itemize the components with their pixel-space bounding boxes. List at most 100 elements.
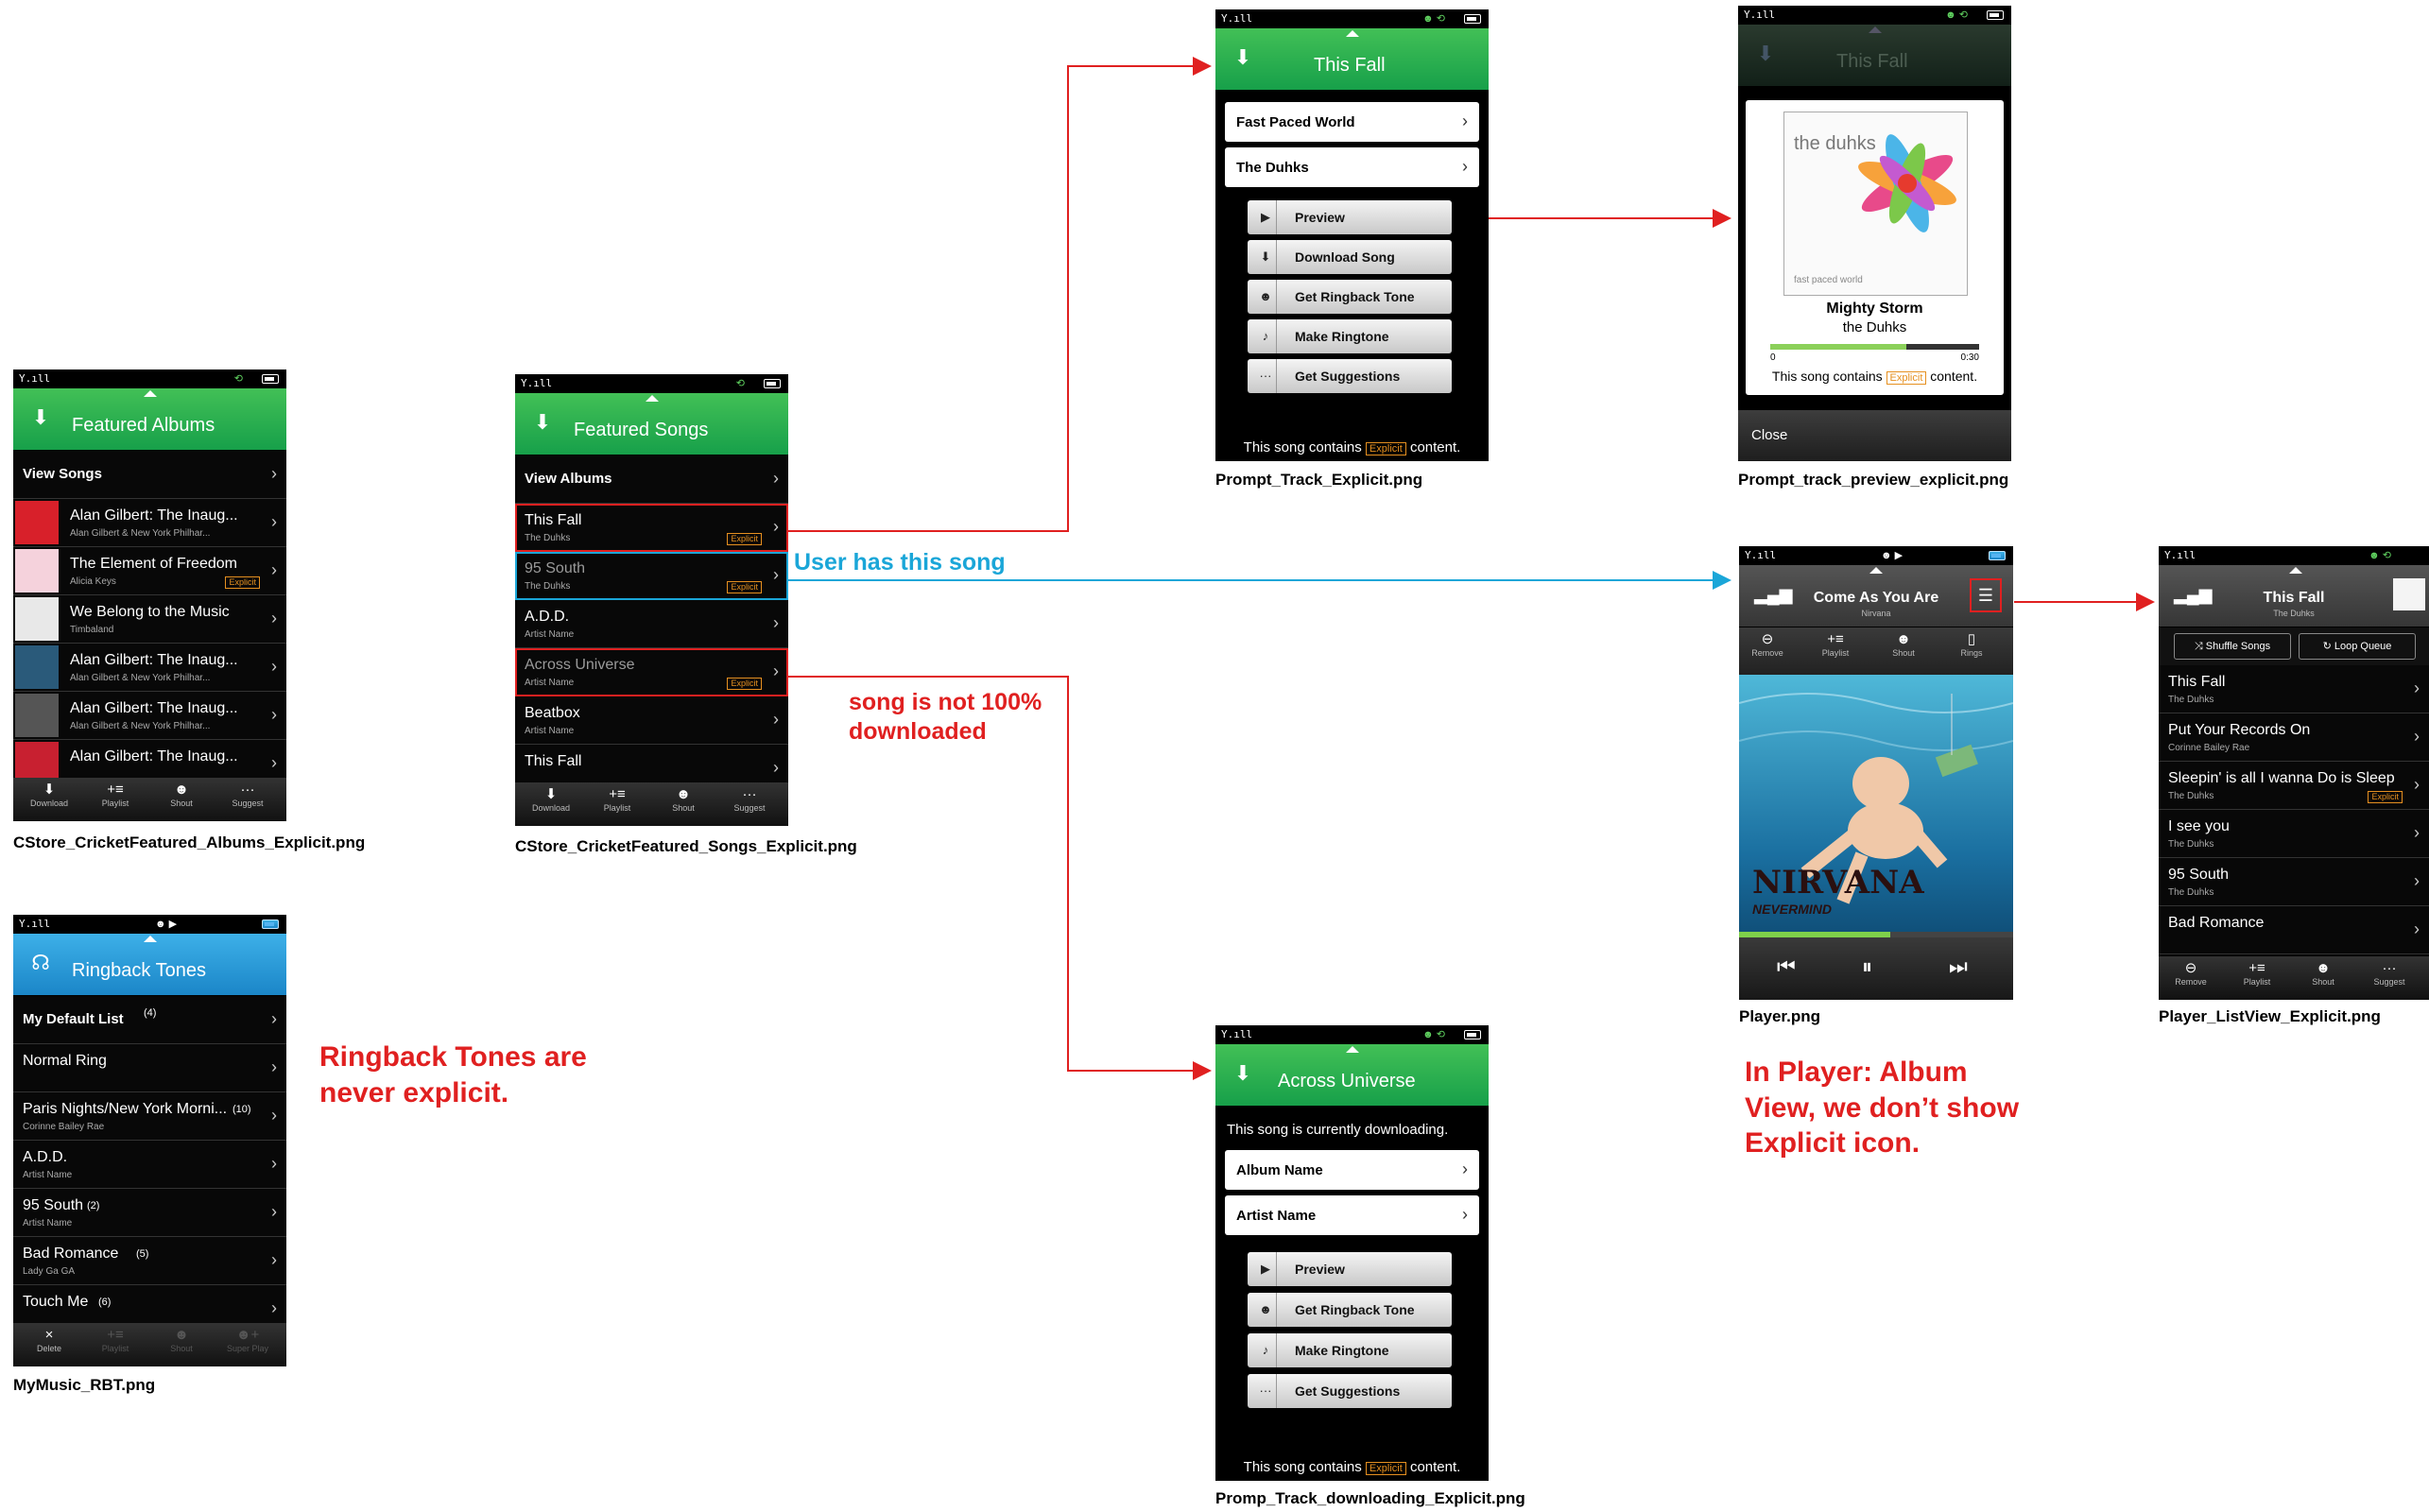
suggest-button[interactable]: ··· Suggest — [2361, 960, 2418, 987]
cover-band: NIRVANA — [1752, 864, 1924, 902]
up-arrow-icon[interactable] — [1869, 26, 1882, 33]
album-button[interactable]: Fast Paced World › — [1225, 102, 1479, 142]
up-arrow-icon[interactable] — [144, 390, 157, 397]
list-item[interactable]: Put Your Records On Corinne Bailey Rae › — [2159, 713, 2429, 762]
album-thumbnail[interactable] — [2393, 578, 2425, 610]
note-player: In Player: Album View, we don’t show Exp… — [1745, 1057, 2020, 1159]
list-item[interactable]: Normal Ring › — [13, 1044, 286, 1092]
next-icon[interactable]: ⏭ — [1949, 954, 1968, 979]
screen-player: Y.ıll ☻ ▶ ▂▄▆ Come As You Are Nirvana ☰ … — [1739, 546, 2013, 1000]
list-item[interactable]: A.D.D. Artist Name › — [515, 600, 788, 648]
up-arrow-icon[interactable] — [144, 936, 157, 942]
remove-button[interactable]: ⊖ Remove — [1739, 631, 1796, 658]
list-item[interactable]: A.D.D. Artist Name › — [13, 1141, 286, 1189]
list-item[interactable]: Bad Romance › — [2159, 906, 2429, 954]
loop-icon: ↻ — [2322, 641, 2332, 652]
item-subtitle: The Duhks — [2168, 791, 2214, 801]
suggest-button[interactable]: ··· Suggest — [721, 786, 778, 813]
chevron-right-icon: › — [2414, 775, 2420, 794]
shout-button[interactable]: ☻ Shout — [655, 786, 712, 813]
sync-icon: ⟲ — [735, 378, 745, 389]
previous-icon[interactable]: ⏮ — [1777, 954, 1796, 979]
make-ringtone-button[interactable]: ♪ Make Ringtone — [1248, 1333, 1452, 1367]
get-ringback-button[interactable]: ☻ Get Ringback Tone — [1248, 280, 1452, 314]
suggest-button[interactable]: ··· Suggest — [219, 782, 276, 808]
view-songs-label: View Songs — [23, 466, 102, 482]
list-item[interactable]: This Fall The Duhks Explicit › — [515, 504, 788, 552]
up-arrow-icon[interactable] — [2289, 567, 2302, 574]
album-thumbnail — [15, 694, 59, 737]
list-item[interactable]: Sleepin' is all I wanna Do is Sleep The D… — [2159, 762, 2429, 810]
item-title: Alan Gilbert: The Inaug... — [70, 748, 238, 765]
list-item[interactable]: Alan Gilbert: The Inaug... Alan Gilbert &… — [13, 644, 286, 692]
preview-button[interactable]: ▶ Preview — [1248, 1252, 1452, 1286]
status-bar: Y.ıll ☻ ⟲ — [1215, 1025, 1489, 1044]
item-subtitle: The Duhks — [2168, 695, 2214, 705]
item-title: 95 South — [23, 1197, 84, 1213]
list-item[interactable]: Paris Nights/New York Morni... (10) Corinn… — [13, 1092, 286, 1141]
list-item[interactable]: I see you The Duhks › — [2159, 810, 2429, 858]
list-item[interactable]: 95 South (2) Artist Name › — [13, 1189, 286, 1237]
preview-button[interactable]: ▶ Preview — [1248, 200, 1452, 234]
sync-icon: ☻ ⟲ — [2369, 550, 2391, 561]
rings-button[interactable]: ▯ Rings — [1943, 631, 2000, 658]
playlist-button[interactable]: +≡ Playlist — [87, 1327, 144, 1353]
playlist-button[interactable]: +≡ Playlist — [589, 786, 646, 813]
make-ringtone-button[interactable]: ♪ Make Ringtone — [1248, 319, 1452, 353]
list-item[interactable]: We Belong to the Music Timbaland › — [13, 595, 286, 644]
get-suggestions-button[interactable]: ··· Get Suggestions — [1248, 1374, 1452, 1408]
chevron-right-icon: › — [271, 512, 277, 531]
list-item[interactable]: Beatbox Artist Name › — [515, 696, 788, 745]
caption-rbt: MyMusic_RBT.png — [13, 1376, 156, 1394]
list-item[interactable]: Bad Romance (5) Lady Ga GA › — [13, 1237, 286, 1285]
get-suggestions-button[interactable]: ··· Get Suggestions — [1248, 359, 1452, 393]
remove-button[interactable]: ⊖ Remove — [2162, 960, 2219, 987]
progress-fill — [1770, 344, 1906, 350]
list-item[interactable]: This Fall The Duhks › — [2159, 665, 2429, 713]
list-item[interactable]: Across Universe Artist Name Explicit › — [515, 648, 788, 696]
playlist-button[interactable]: +≡ Playlist — [2229, 960, 2285, 987]
list-item[interactable]: Alan Gilbert: The Inaug... Alan Gilbert &… — [13, 692, 286, 740]
preview-progress — [1770, 344, 1979, 350]
up-arrow-icon[interactable] — [646, 395, 659, 402]
chevron-right-icon: › — [773, 710, 779, 729]
list-item[interactable]: My Default List (4) › — [13, 996, 286, 1044]
item-subtitle: Alan Gilbert & New York Philhar... — [70, 528, 211, 539]
playlist-button[interactable]: +≡ Playlist — [87, 782, 144, 808]
list-item[interactable]: 95 South The Duhks Explicit › — [515, 552, 788, 600]
list-item[interactable]: Alan Gilbert: The Inaug... Alan Gilbert &… — [13, 499, 286, 547]
close-button[interactable]: Close — [1751, 427, 1787, 443]
shout-button[interactable]: ☻ Shout — [1875, 631, 1932, 658]
view-songs-row[interactable]: View Songs › — [13, 451, 286, 499]
chevron-right-icon: › — [271, 1298, 277, 1317]
shout-button[interactable]: ☻ Shout — [153, 782, 210, 808]
get-ringback-button[interactable]: ☻ Get Ringback Tone — [1248, 1293, 1452, 1327]
download-button[interactable]: ⬇ Download — [523, 786, 579, 813]
list-view-icon[interactable]: ☰ — [1970, 578, 2002, 612]
view-albums-row[interactable]: View Albums › — [515, 455, 788, 504]
up-arrow-icon[interactable] — [1346, 1046, 1359, 1053]
list-item[interactable]: 95 South The Duhks › — [2159, 858, 2429, 906]
shout-button[interactable]: ☻ Shout — [153, 1327, 210, 1353]
shout-button[interactable]: ☻ Shout — [2295, 960, 2351, 987]
close-bar: Close — [1738, 410, 2011, 461]
artist-name-button[interactable]: Artist Name › — [1225, 1195, 1479, 1235]
delete-button[interactable]: × Delete — [21, 1327, 78, 1353]
album-name-button[interactable]: Album Name › — [1225, 1150, 1479, 1190]
item-title: The Element of Freedom — [70, 556, 237, 572]
download-button[interactable]: ⬇ Download — [21, 782, 78, 808]
pause-icon[interactable]: ⏸ — [1862, 954, 1872, 979]
loop-button[interactable]: ↻ Loop Queue — [2299, 633, 2416, 660]
download-song-button[interactable]: ⬇ Download Song — [1248, 240, 1452, 274]
sync-icon: ☻ ⟲ — [1945, 9, 1968, 21]
shuffle-button[interactable]: ⤨ Shuffle Songs — [2174, 633, 2291, 660]
list-item[interactable]: The Element of Freedom Alicia Keys Explici… — [13, 547, 286, 595]
up-arrow-icon[interactable] — [1346, 30, 1359, 37]
up-arrow-icon[interactable] — [1869, 567, 1883, 574]
playlist-button[interactable]: +≡ Playlist — [1807, 631, 1864, 658]
time-start: 0 — [1770, 352, 1776, 363]
caption-albums: CStore_CricketFeatured_Albums_Explicit.p… — [13, 833, 366, 851]
superplay-button[interactable]: ☻+ Super Play — [219, 1327, 276, 1353]
artist-button[interactable]: The Duhks › — [1225, 147, 1479, 187]
battery-icon — [1464, 14, 1481, 24]
